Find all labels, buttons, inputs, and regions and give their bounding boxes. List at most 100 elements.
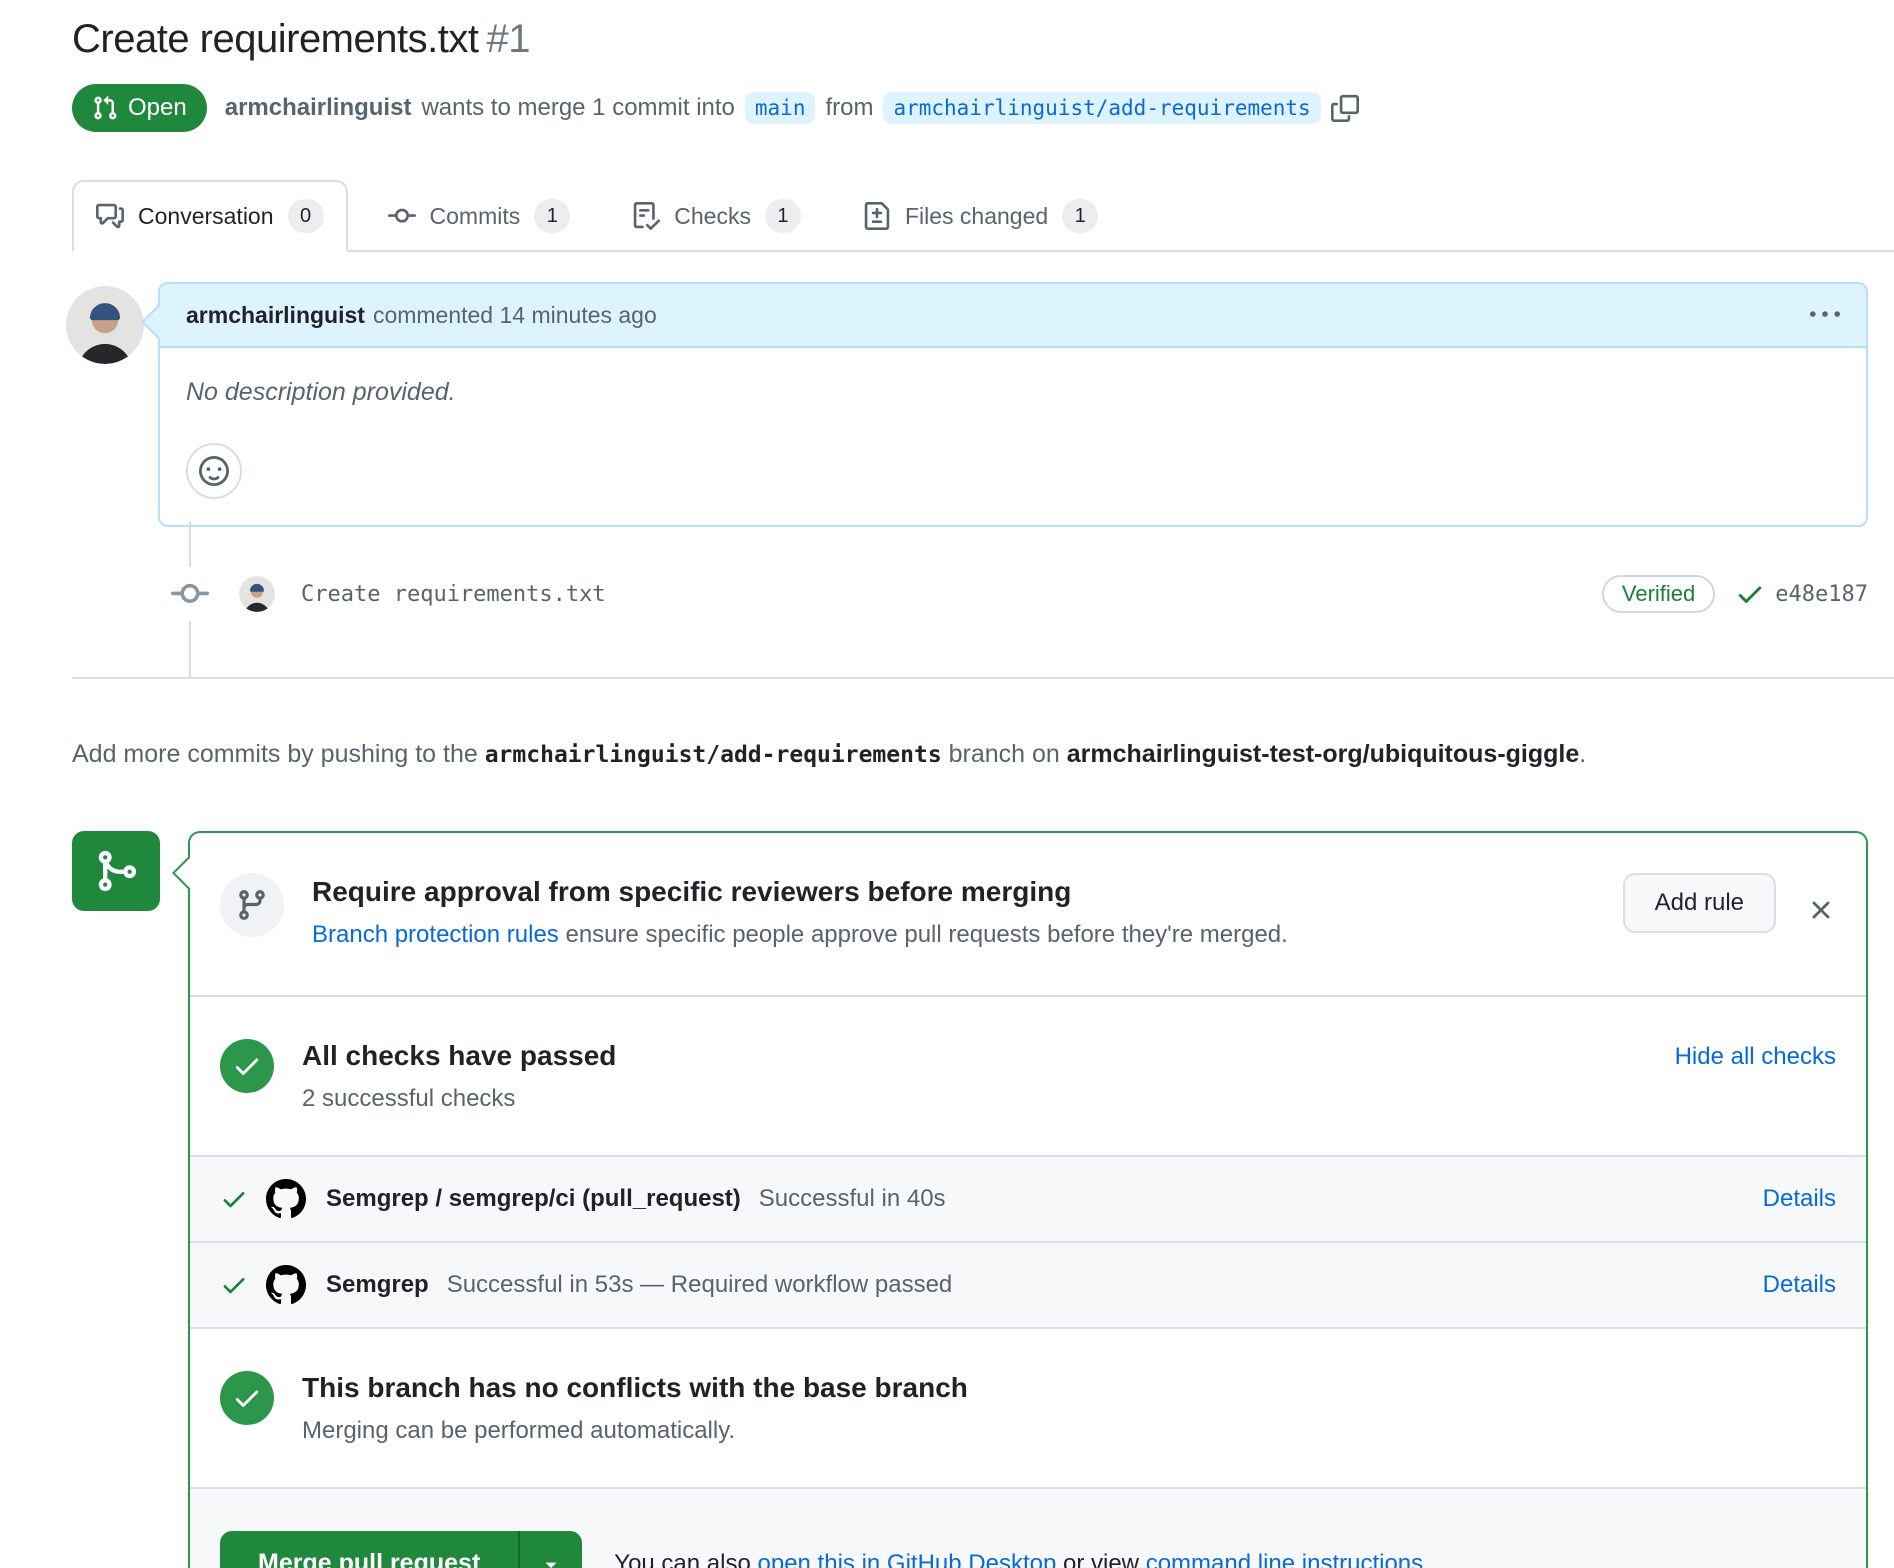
github-mark-icon xyxy=(266,1179,306,1219)
check-status: Successful in 53s — Required workflow pa… xyxy=(447,1271,953,1299)
branch-protection-rules-link[interactable]: Branch protection rules xyxy=(312,921,559,948)
check-icon xyxy=(220,1271,248,1299)
git-branch-icon xyxy=(220,873,284,937)
checks-summary-title: All checks have passed xyxy=(302,1039,616,1073)
checks-summary: All checks have passed 2 successful chec… xyxy=(190,995,1866,1155)
pr-title-text: Create requirements.txt xyxy=(72,17,478,61)
rule-description-rest: ensure specific people approve pull requ… xyxy=(559,921,1288,948)
tab-label: Checks xyxy=(674,203,751,230)
copy-icon xyxy=(1331,94,1359,122)
pr-action-text: wants to merge 1 commit into xyxy=(421,94,734,122)
rule-text: Require approval from specific reviewers… xyxy=(312,873,1593,949)
add-rule-button[interactable]: Add rule xyxy=(1623,873,1776,933)
timeline-end-divider xyxy=(72,677,1894,679)
git-merge-icon xyxy=(72,831,160,911)
commit-sha-link[interactable]: e48e187 xyxy=(1775,582,1868,607)
commit-timeline: Create requirements.txt Verified e48e187 xyxy=(72,527,1868,677)
command-line-instructions-link[interactable]: command line instructions xyxy=(1146,1550,1423,1568)
close-icon xyxy=(1806,895,1836,925)
conflicts-section: This branch has no conflicts with the ba… xyxy=(190,1327,1866,1487)
push-note-branch: armchairlinguist/add-requirements xyxy=(485,742,942,768)
tab-label: Conversation xyxy=(138,203,274,230)
push-note-suffix: . xyxy=(1579,740,1586,768)
success-check-icon xyxy=(220,1371,274,1425)
branch-protection-banner: Require approval from specific reviewers… xyxy=(190,833,1866,995)
tab-counter: 0 xyxy=(288,199,324,233)
tab-counter: 1 xyxy=(534,199,570,233)
pr-description-comment: armchairlinguist commented 14 minutes ag… xyxy=(72,282,1868,527)
merge-box: Require approval from specific reviewers… xyxy=(188,831,1868,1568)
merge-pull-request-button[interactable]: Merge pull request xyxy=(220,1531,518,1568)
push-note-prefix: Add more commits by pushing to the xyxy=(72,740,485,768)
commit-meta: Verified e48e187 xyxy=(1602,575,1868,613)
git-commit-icon xyxy=(388,202,416,230)
or-view-text: or view xyxy=(1056,1550,1145,1568)
copy-branch-button[interactable] xyxy=(1331,94,1359,122)
comment-meta: commented 14 minutes ago xyxy=(373,302,657,329)
pr-state-badge: Open xyxy=(72,84,207,132)
kebab-horizontal-icon xyxy=(1810,300,1840,330)
rule-description: Branch protection rules ensure specific … xyxy=(312,921,1593,949)
tab-counter: 1 xyxy=(765,199,801,233)
verified-badge[interactable]: Verified xyxy=(1602,575,1715,613)
commit-row: Create requirements.txt Verified e48e187 xyxy=(72,567,1868,621)
pr-tab-nav: Conversation 0 Commits 1 Checks 1 Files … xyxy=(72,180,1894,252)
pr-author[interactable]: armchairlinguist xyxy=(225,94,412,122)
pr-state-label: Open xyxy=(128,94,187,122)
details-link[interactable]: Details xyxy=(1763,1271,1836,1299)
merge-alternatives-text: You can also open this in GitHub Desktop… xyxy=(614,1550,1430,1568)
head-branch-label[interactable]: armchairlinguist/add-requirements xyxy=(883,92,1320,124)
check-icon xyxy=(1735,579,1765,609)
conflicts-subtitle: Merging can be performed automatically. xyxy=(302,1417,968,1445)
github-mark-icon xyxy=(266,1265,306,1305)
github-actions-avatar xyxy=(266,1265,306,1305)
comment-options-button[interactable] xyxy=(1810,300,1840,330)
avatar[interactable] xyxy=(66,286,144,364)
smiley-icon xyxy=(199,456,229,486)
merge-button-group: Merge pull request xyxy=(220,1531,582,1568)
tab-counter: 1 xyxy=(1062,199,1098,233)
pr-status-text: armchairlinguist wants to merge 1 commit… xyxy=(225,92,1359,124)
checks-summary-text: All checks have passed 2 successful chec… xyxy=(302,1039,616,1113)
merge-actions: Merge pull request You can also open thi… xyxy=(190,1487,1866,1568)
add-reaction-button[interactable] xyxy=(186,443,242,499)
push-note: Add more commits by pushing to the armch… xyxy=(72,735,1868,775)
checks-summary-subtitle: 2 successful checks xyxy=(302,1085,616,1113)
also-prefix: You can also xyxy=(614,1550,757,1568)
comment-box: armchairlinguist commented 14 minutes ag… xyxy=(158,282,1868,527)
github-desktop-link[interactable]: open this in GitHub Desktop xyxy=(758,1550,1057,1568)
tab-files-changed[interactable]: Files changed 1 xyxy=(841,182,1120,250)
tab-label: Commits xyxy=(430,203,521,230)
checklist-icon xyxy=(632,202,660,230)
tab-checks[interactable]: Checks 1 xyxy=(610,182,823,250)
user-avatar-image xyxy=(66,286,144,364)
git-pull-request-icon xyxy=(92,95,118,121)
pr-status-row: Open armchairlinguist wants to merge 1 c… xyxy=(72,84,1868,132)
git-commit-icon xyxy=(171,567,209,621)
tab-commits[interactable]: Commits 1 xyxy=(366,182,593,250)
triangle-down-icon xyxy=(540,1553,562,1568)
merge-options-dropdown[interactable] xyxy=(518,1531,582,1568)
hide-all-checks-link[interactable]: Hide all checks xyxy=(1675,1039,1836,1071)
pr-page: Create requirements.txt#1 Open armchairl… xyxy=(0,0,1894,1568)
tab-conversation[interactable]: Conversation 0 xyxy=(72,180,348,252)
period-text: . xyxy=(1423,1550,1430,1568)
commit-message-link[interactable]: Create requirements.txt xyxy=(301,582,606,607)
check-name: Semgrep xyxy=(326,1271,429,1299)
user-avatar-image xyxy=(239,576,275,612)
check-icon xyxy=(220,1185,248,1213)
check-name: Semgrep / semgrep/ci (pull_request) xyxy=(326,1185,741,1213)
comment-discussion-icon xyxy=(96,202,124,230)
pr-number: #1 xyxy=(486,17,530,61)
base-branch-label[interactable]: main xyxy=(745,92,816,124)
conflicts-title: This branch has no conflicts with the ba… xyxy=(302,1371,968,1405)
check-row: Semgrep / semgrep/ci (pull_request) Succ… xyxy=(190,1155,1866,1241)
comment-author[interactable]: armchairlinguist xyxy=(186,302,365,329)
dismiss-banner-button[interactable] xyxy=(1806,895,1836,925)
details-link[interactable]: Details xyxy=(1763,1185,1836,1213)
comment-body: No description provided. xyxy=(160,348,1866,525)
commit-author-avatar[interactable] xyxy=(239,576,275,612)
from-text: from xyxy=(825,94,873,122)
conflicts-text: This branch has no conflicts with the ba… xyxy=(302,1371,968,1445)
file-diff-icon xyxy=(863,202,891,230)
